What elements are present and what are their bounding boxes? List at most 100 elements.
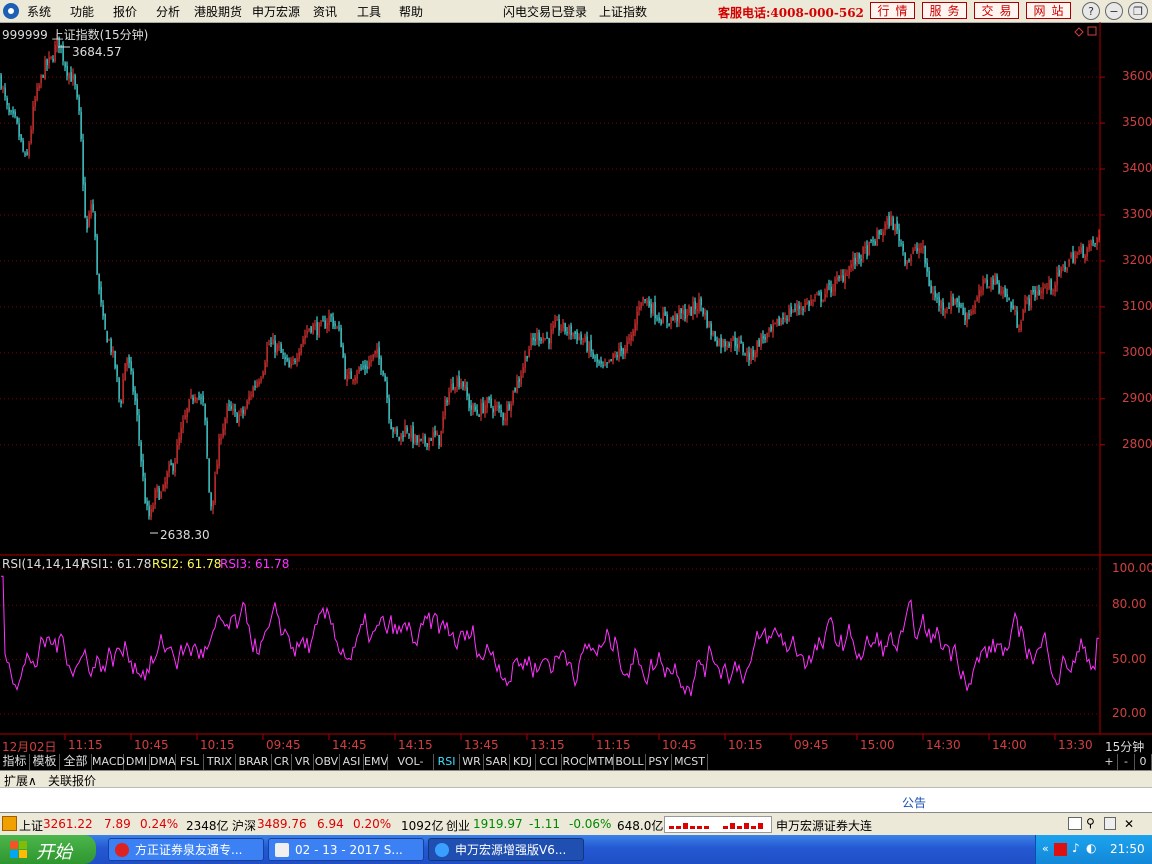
- tab-fsl[interactable]: FSL: [176, 754, 204, 770]
- tab-macd[interactable]: MACD: [92, 754, 125, 770]
- service-hotline: 客服电话:4008-000-562: [718, 6, 864, 20]
- menu-analysis[interactable]: 分析: [156, 3, 180, 20]
- zoom-out-button[interactable]: -: [1118, 754, 1135, 770]
- task-fangzheng[interactable]: 方正证券泉友通专...: [108, 838, 264, 861]
- candle-body: [244, 409, 246, 415]
- candle-body: [1062, 264, 1064, 268]
- tab-mtm[interactable]: MTM: [588, 754, 614, 770]
- hs-change: 6.94: [317, 817, 344, 831]
- tab-obv[interactable]: OBV: [314, 754, 340, 770]
- candle-body: [646, 300, 648, 304]
- candle-body: [442, 416, 444, 429]
- candle-body: [544, 338, 546, 340]
- tray-app-icon[interactable]: [1054, 843, 1067, 856]
- app-logo-icon[interactable]: [3, 3, 19, 19]
- candle-body: [358, 367, 360, 373]
- tab-cr[interactable]: CR: [272, 754, 292, 770]
- nav-service-button[interactable]: 服务: [922, 2, 967, 19]
- tab-trix[interactable]: TRIX: [204, 754, 236, 770]
- menu-help[interactable]: 帮助: [399, 3, 423, 20]
- candle-body: [860, 259, 862, 261]
- tab-emv[interactable]: EMV: [364, 754, 388, 770]
- tab-mcst[interactable]: MCST: [672, 754, 708, 770]
- hs-amount: 1092亿: [401, 819, 444, 833]
- candle-body: [1098, 235, 1100, 240]
- candle-body: [702, 307, 704, 315]
- task-swhy[interactable]: 申万宏源增强版V6...: [428, 838, 584, 861]
- candle-body: [214, 476, 216, 503]
- candle-body: [922, 246, 924, 249]
- tab-roc[interactable]: ROC: [562, 754, 588, 770]
- tab-kdj[interactable]: KDJ: [510, 754, 536, 770]
- help-icon[interactable]: ?: [1082, 2, 1100, 20]
- candle-body: [946, 309, 948, 311]
- tab-指标[interactable]: 指标: [0, 754, 30, 770]
- tab-brar[interactable]: BRAR: [236, 754, 272, 770]
- nav-quotes-button[interactable]: 行情: [870, 2, 915, 19]
- tab-vr[interactable]: VR: [292, 754, 314, 770]
- reset-button[interactable]: 0: [1135, 754, 1152, 770]
- menu-hk-futures[interactable]: 港股期货: [194, 3, 242, 20]
- task-video[interactable]: 02 - 13 - 2017 S...: [268, 838, 424, 861]
- tab-dmi[interactable]: DMI: [124, 754, 150, 770]
- window-square-icon[interactable]: [1087, 26, 1097, 36]
- candle-body: [390, 421, 392, 430]
- tab-boll[interactable]: BOLL: [614, 754, 646, 770]
- task-label: 方正证券泉友通专...: [135, 843, 243, 857]
- candle-body: [706, 311, 708, 328]
- tray-arrow-icon[interactable]: «: [1042, 842, 1049, 855]
- candle-body: [480, 403, 482, 416]
- candle-body: [386, 381, 388, 398]
- candle-body: [1090, 240, 1092, 246]
- price-chart[interactable]: [0, 22, 1152, 754]
- status-icon[interactable]: [2, 816, 17, 831]
- menu-function[interactable]: 功能: [70, 3, 94, 20]
- candle-body: [716, 340, 718, 346]
- period-label[interactable]: 15分钟: [1105, 738, 1144, 755]
- candle-body: [1022, 310, 1024, 320]
- time-axis-label: 13:30: [1058, 738, 1093, 752]
- menu-news[interactable]: 资讯: [313, 3, 337, 20]
- candle-body: [958, 301, 960, 307]
- start-button[interactable]: 开始: [0, 835, 96, 864]
- restore-icon[interactable]: ❐: [1128, 2, 1148, 20]
- menu-tools[interactable]: 工具: [357, 3, 381, 20]
- tab-cci[interactable]: CCI: [536, 754, 562, 770]
- tray-volume-icon[interactable]: ◐: [1086, 841, 1096, 855]
- tab-rsi[interactable]: RSI: [434, 754, 460, 770]
- menu-quote[interactable]: 报价: [113, 3, 137, 20]
- tab-asi[interactable]: ASI: [340, 754, 364, 770]
- tab-psy[interactable]: PSY: [646, 754, 672, 770]
- candle-body: [518, 378, 520, 382]
- tab-全部[interactable]: 全部: [60, 754, 92, 770]
- candle-body: [784, 317, 786, 321]
- candle-body: [392, 428, 394, 432]
- close-small-icon[interactable]: ✕: [1124, 817, 1134, 831]
- price-axis-label: 3300: [1122, 206, 1152, 221]
- minimize-icon[interactable]: −: [1105, 2, 1123, 20]
- tab-vol-tdx[interactable]: VOL-TDX: [388, 754, 434, 783]
- nav-website-button[interactable]: 网站: [1026, 2, 1071, 19]
- signal-icon[interactable]: ⚲: [1086, 816, 1095, 830]
- expand-diamond-icon[interactable]: [1074, 27, 1084, 37]
- tray-network-icon[interactable]: ♪: [1072, 841, 1080, 855]
- candle-body: [1012, 305, 1014, 310]
- candle-body: [98, 273, 100, 290]
- candle-body: [1052, 289, 1054, 291]
- tab-dma[interactable]: DMA: [150, 754, 176, 770]
- candle-body: [34, 99, 36, 107]
- tab-sar[interactable]: SAR: [484, 754, 510, 770]
- candle-body: [94, 212, 96, 237]
- menu-system[interactable]: 系统: [27, 3, 51, 20]
- candle-body: [224, 418, 226, 430]
- nav-trade-button[interactable]: 交易: [974, 2, 1019, 19]
- tab-wr[interactable]: WR: [460, 754, 484, 770]
- notepad-icon[interactable]: [1068, 817, 1082, 830]
- candle-body: [588, 342, 590, 353]
- menu-swhy[interactable]: 申万宏源: [252, 3, 300, 20]
- lock-icon[interactable]: [1104, 817, 1116, 830]
- notice-title[interactable]: 公告: [902, 794, 926, 811]
- tab-模板[interactable]: 模板: [30, 754, 60, 770]
- candle-body: [866, 245, 868, 257]
- zoom-in-button[interactable]: +: [1101, 754, 1118, 770]
